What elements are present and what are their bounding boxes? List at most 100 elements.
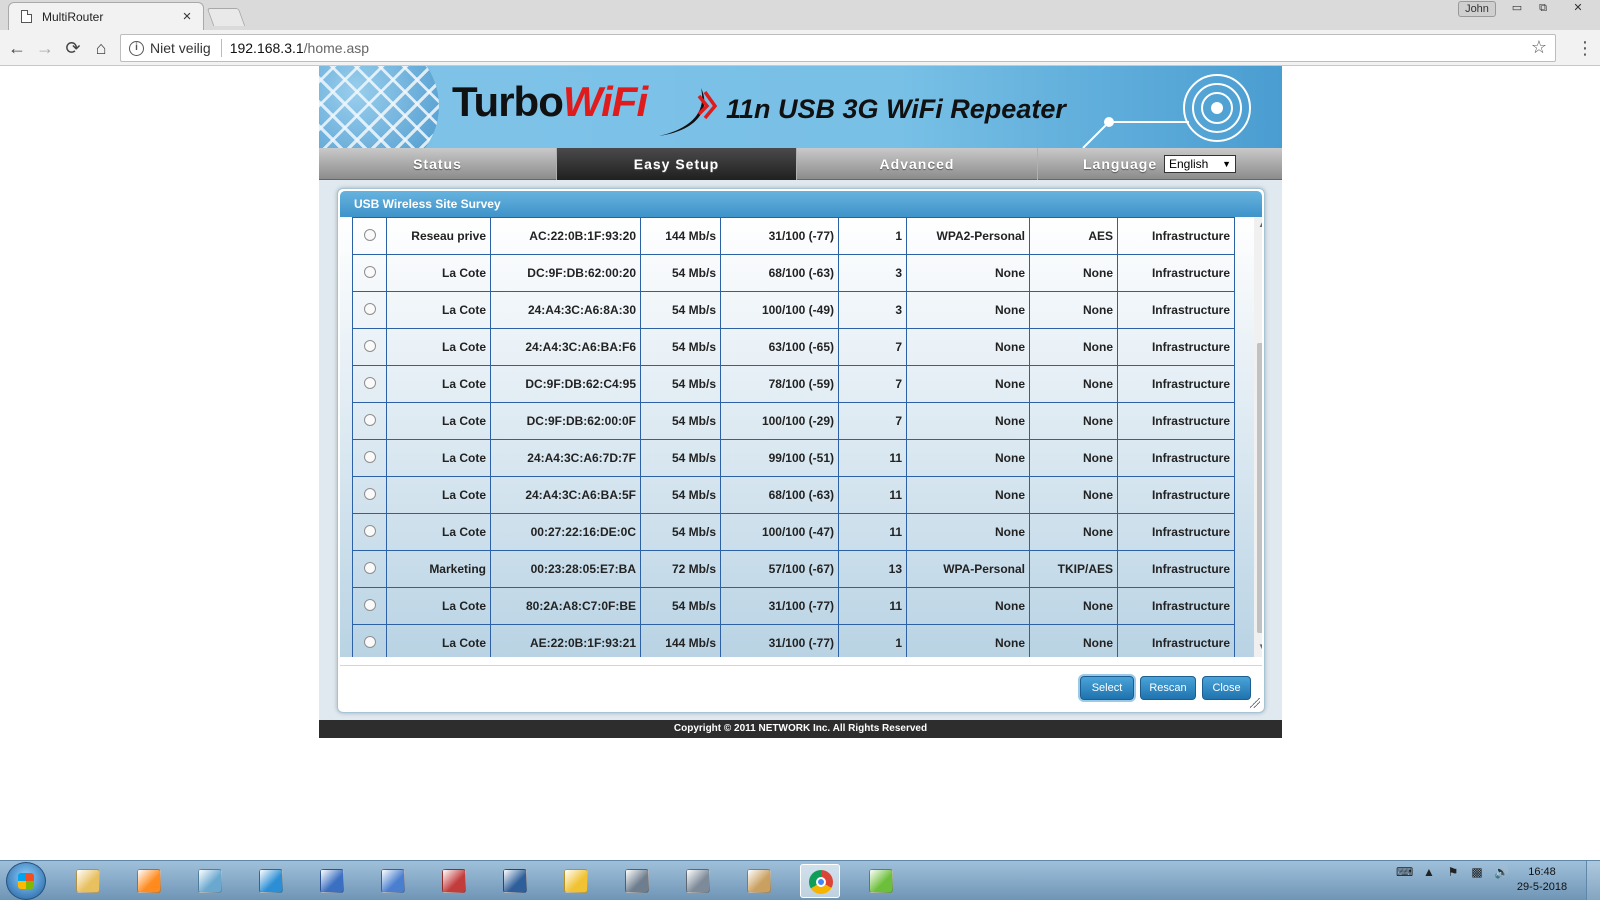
taskbar-feather-pen-button[interactable] xyxy=(251,864,291,898)
table-row[interactable]: La Cote DC:9F:DB:62:C4:95 54 Mb/s 78/100 (-… xyxy=(352,365,1235,403)
network-radio[interactable] xyxy=(363,450,376,463)
reload-icon[interactable]: ⟳ xyxy=(60,35,86,61)
table-row[interactable]: Reseau prive AC:22:0B:1F:93:20 144 Mb/s 31/… xyxy=(352,217,1235,255)
taskbar-calculator-button[interactable] xyxy=(617,864,657,898)
rescan-button[interactable]: Rescan xyxy=(1140,676,1196,700)
table-row[interactable]: La Cote 24:A4:3C:A6:8A:30 54 Mb/s 100/100 (… xyxy=(352,291,1235,329)
back-arrow-icon[interactable]: ← xyxy=(4,35,30,61)
dialog-footer: Select Rescan Close xyxy=(340,665,1262,710)
scroll-down-icon[interactable]: ▼ xyxy=(1254,641,1262,653)
network-radio[interactable] xyxy=(363,598,376,611)
taskbar-spreadsheet-button[interactable] xyxy=(861,864,901,898)
cell-mode: Infrastructure xyxy=(1117,328,1235,366)
tab-close-icon[interactable]: × xyxy=(179,8,195,25)
browser-menu-icon[interactable]: ⋮ xyxy=(1575,35,1595,61)
tray-expand-icon[interactable]: ▲ xyxy=(1422,865,1436,879)
cell-security: None xyxy=(906,587,1030,625)
cell-channel: 13 xyxy=(838,550,907,588)
cell-signal: 78/100 (-59) xyxy=(720,365,839,403)
cell-bssid: 24:A4:3C:A6:8A:30 xyxy=(490,291,641,329)
security-label[interactable]: Niet veilig xyxy=(150,39,222,57)
browser-tab[interactable]: MultiRouter × xyxy=(8,2,204,30)
taskbar-sticky-notes-button[interactable] xyxy=(556,864,596,898)
table-row[interactable]: La Cote 00:27:22:16:DE:0C 54 Mb/s 100/100 (… xyxy=(352,513,1235,551)
network-radio[interactable] xyxy=(363,524,376,537)
profile-button[interactable]: John xyxy=(1458,1,1496,17)
taskbar-media-player-button[interactable] xyxy=(129,864,169,898)
table-row[interactable]: La Cote 24:A4:3C:A6:BA:5F 54 Mb/s 68/100 (-… xyxy=(352,476,1235,514)
window-close-icon[interactable]: ✕ xyxy=(1565,1,1591,17)
cell-rate: 54 Mb/s xyxy=(640,402,721,440)
row-radio-cell xyxy=(352,365,387,403)
table-row[interactable]: La Cote AE:22:0B:1F:93:21 144 Mb/s 31/100 (… xyxy=(352,624,1235,657)
cell-security: None xyxy=(906,476,1030,514)
show-desktop-button[interactable] xyxy=(1586,861,1600,900)
table-row[interactable]: La Cote 24:A4:3C:A6:BA:F6 54 Mb/s 63/100 (-… xyxy=(352,328,1235,366)
windows-logo-icon xyxy=(18,873,34,889)
site-survey-dialog: USB Wireless Site Survey Reseau prive AC:… xyxy=(337,188,1265,713)
cell-encryption: TKIP/AES xyxy=(1029,550,1118,588)
table-row[interactable]: Marketing 00:23:28:05:E7:BA 72 Mb/s 57/100 … xyxy=(352,550,1235,588)
table-row[interactable]: La Cote DC:9F:DB:62:00:20 54 Mb/s 68/100 (-… xyxy=(352,254,1235,292)
minimize-icon[interactable]: ▭ xyxy=(1504,1,1530,17)
taskbar-document-stack-button[interactable] xyxy=(678,864,718,898)
network-radio[interactable] xyxy=(363,376,376,389)
cell-encryption: None xyxy=(1029,291,1118,329)
menu-advanced[interactable]: Advanced xyxy=(797,148,1038,180)
network-radio[interactable] xyxy=(363,228,376,241)
start-button[interactable] xyxy=(6,862,46,900)
clock-date: 29-5-2018 xyxy=(1516,881,1568,893)
table-row[interactable]: La Cote 80:2A:A8:C7:0F:BE 54 Mb/s 31/100 (-… xyxy=(352,587,1235,625)
scrollbar[interactable]: ▲ ▼ xyxy=(1254,217,1262,657)
forward-arrow-icon[interactable]: → xyxy=(32,35,58,61)
network-radio[interactable] xyxy=(363,413,376,426)
network-radio[interactable] xyxy=(363,265,376,278)
taskbar-scissors-tool-button[interactable] xyxy=(434,864,474,898)
clock[interactable]: 16:48 29-5-2018 xyxy=(1512,865,1572,895)
network-radio[interactable] xyxy=(363,487,376,500)
feather-pen-icon xyxy=(259,869,283,893)
network-radio[interactable] xyxy=(363,635,376,648)
cell-encryption: None xyxy=(1029,476,1118,514)
network-radio[interactable] xyxy=(363,302,376,315)
cell-signal: 63/100 (-65) xyxy=(720,328,839,366)
table-row[interactable]: La Cote DC:9F:DB:62:00:0F 54 Mb/s 100/100 (… xyxy=(352,402,1235,440)
scroll-thumb[interactable] xyxy=(1257,343,1262,633)
menu-status[interactable]: Status xyxy=(319,148,557,180)
cell-signal: 100/100 (-49) xyxy=(720,291,839,329)
new-tab-button[interactable] xyxy=(206,8,246,26)
dialog-title: USB Wireless Site Survey xyxy=(340,191,1262,217)
taskbar-network-tool-button[interactable] xyxy=(312,864,352,898)
language-select[interactable]: English ▼ xyxy=(1164,155,1236,173)
taskbar-file-explorer-button[interactable] xyxy=(68,864,108,898)
volume-icon[interactable]: 🔊 xyxy=(1494,865,1509,879)
home-icon[interactable]: ⌂ xyxy=(88,35,114,61)
taskbar-paint-button[interactable] xyxy=(739,864,779,898)
paint-icon xyxy=(747,869,771,893)
resize-grip-icon[interactable] xyxy=(1250,698,1260,708)
cell-encryption: None xyxy=(1029,254,1118,292)
taskbar-chrome-button[interactable] xyxy=(800,864,840,898)
taskbar-word-document-button[interactable] xyxy=(373,864,413,898)
chrome-icon xyxy=(809,870,833,894)
close-button[interactable]: Close xyxy=(1202,676,1251,700)
network-radio[interactable] xyxy=(363,339,376,352)
scroll-up-icon[interactable]: ▲ xyxy=(1254,219,1262,231)
select-button[interactable]: Select xyxy=(1080,676,1134,700)
menu-easy-setup[interactable]: Easy Setup xyxy=(557,148,797,180)
keyboard-icon[interactable]: ⌨ xyxy=(1396,865,1413,879)
cell-bssid: AC:22:0B:1F:93:20 xyxy=(490,217,641,255)
row-radio-cell xyxy=(352,328,387,366)
bookmark-star-icon[interactable]: ☆ xyxy=(1531,37,1547,58)
url-path: /home.asp xyxy=(303,40,370,56)
row-radio-cell xyxy=(352,291,387,329)
action-center-icon[interactable]: ⚑ xyxy=(1446,865,1460,879)
network-icon[interactable]: ▩ xyxy=(1470,865,1484,879)
table-row[interactable]: La Cote 24:A4:3C:A6:7D:7F 54 Mb/s 99/100 (-… xyxy=(352,439,1235,477)
taskbar-notebook-button[interactable] xyxy=(190,864,230,898)
restore-icon[interactable]: ⧉ xyxy=(1530,1,1556,17)
taskbar-thunderbird-button[interactable] xyxy=(495,864,535,898)
info-icon[interactable]: i xyxy=(129,40,144,56)
network-radio[interactable] xyxy=(363,561,376,574)
address-bar[interactable]: i Niet veilig 192.168.3.1/home.asp ☆ xyxy=(120,34,1556,62)
